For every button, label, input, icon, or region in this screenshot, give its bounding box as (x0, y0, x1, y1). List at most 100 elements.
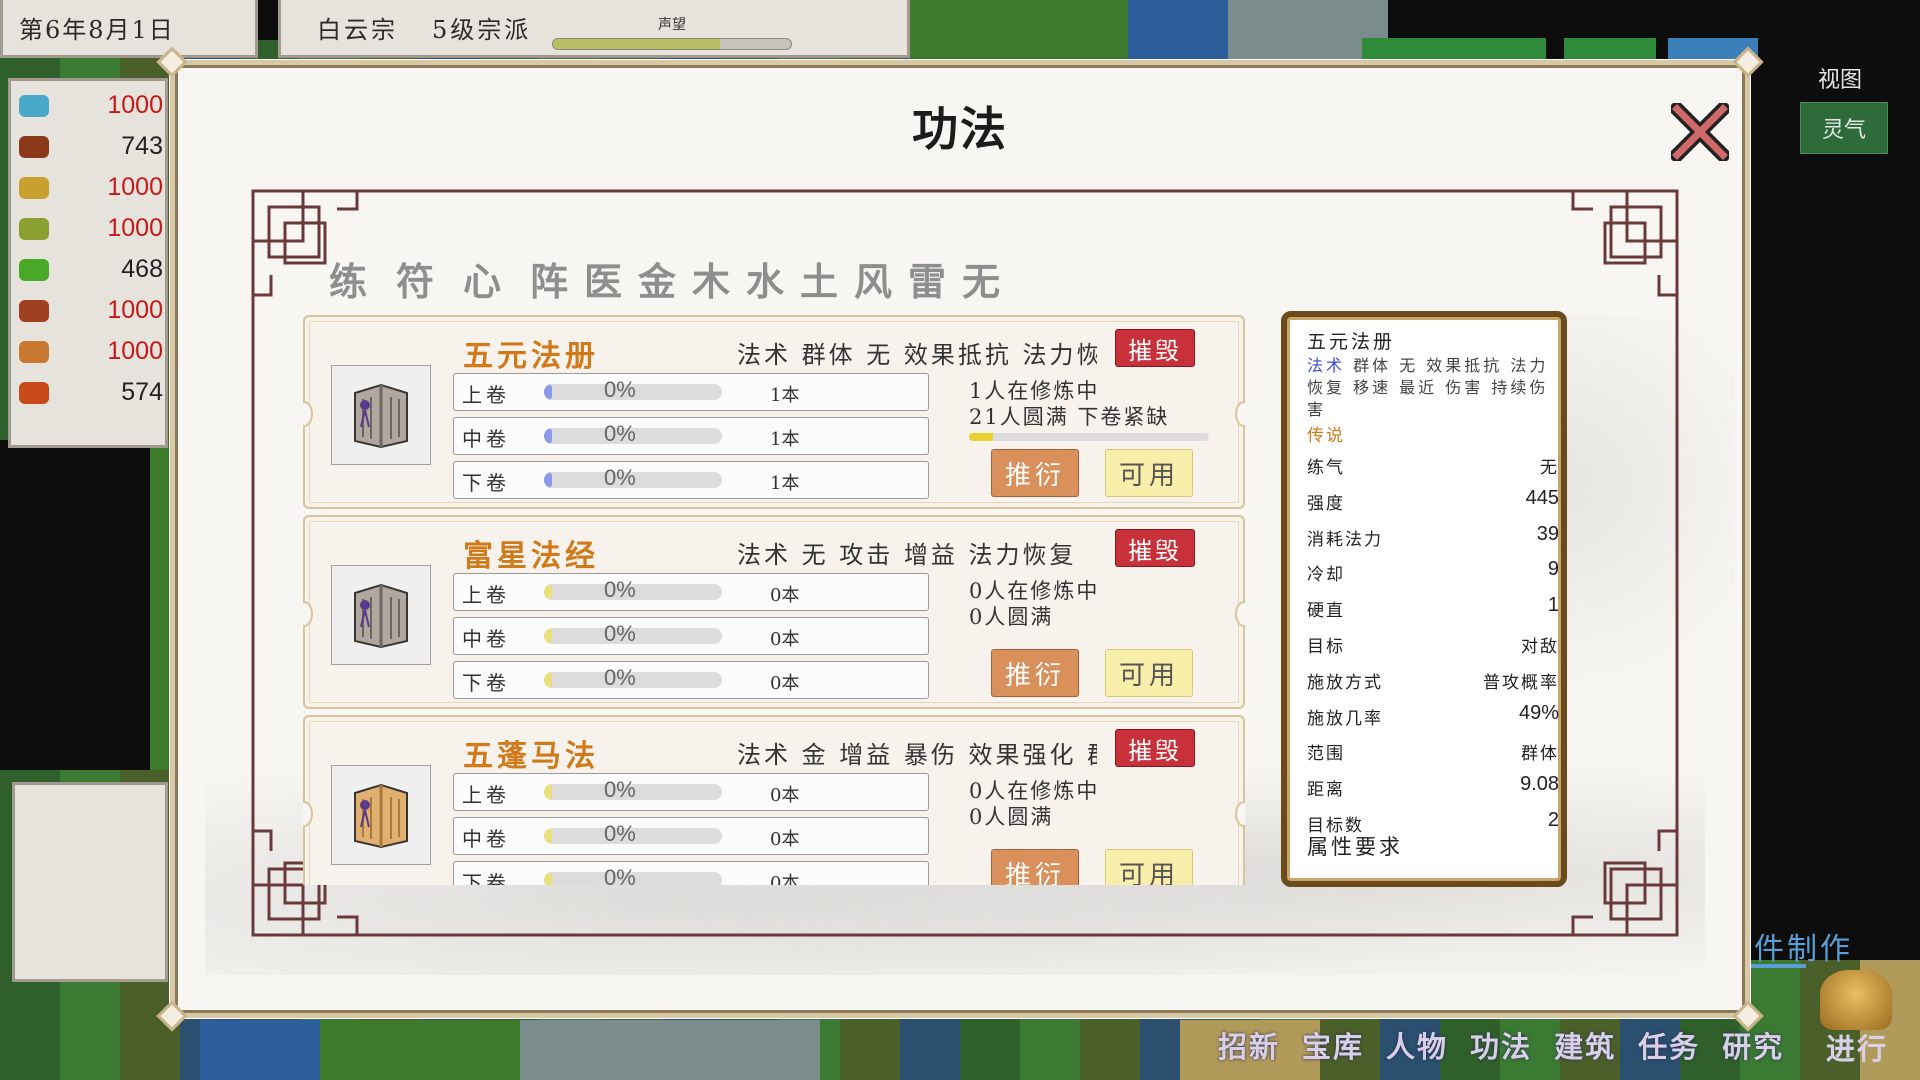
nav-research[interactable]: 研究 (1722, 1024, 1784, 1066)
hourglass-icon[interactable] (1820, 970, 1892, 1030)
volume-row: 中卷 0% 1本 (453, 417, 929, 455)
food-icon (19, 381, 49, 404)
resource-item: 1000 (11, 290, 171, 331)
sect-level: 5级宗派 (432, 16, 532, 44)
volume-row: 上卷 0% 0本 (453, 573, 929, 611)
technique-card[interactable]: 富星法经 法术 无 攻击 增益 法力恢复 摧毁 上卷 0% 0本 中卷 0% 0… (303, 515, 1245, 709)
resource-item: 1000 (11, 208, 171, 249)
detail-stat-row: 距离 9.08 (1307, 773, 1559, 801)
resource-panel: 1000 743 1000 1000 468 1000 1000 574 (8, 78, 168, 448)
stat-value: 2 (1547, 809, 1559, 831)
close-button[interactable] (1671, 103, 1729, 161)
destroy-button[interactable]: 摧毁 (1115, 529, 1195, 567)
craft-tab-underline (1746, 964, 1806, 968)
resource-value: 743 (121, 132, 163, 160)
info-panel (12, 782, 168, 982)
resource-value: 468 (121, 255, 163, 283)
derive-button[interactable]: 推衍 (991, 449, 1079, 497)
derive-button[interactable]: 推衍 (991, 649, 1079, 697)
proceed-button[interactable]: 进行 (1826, 1026, 1888, 1068)
nav-characters[interactable]: 人物 (1386, 1024, 1448, 1066)
volume-name: 上卷 (462, 583, 510, 607)
resource-value: 1000 (107, 337, 163, 365)
book-icon (331, 565, 431, 665)
dialog-title: 功法 (912, 103, 1008, 155)
beast-hide-icon (19, 299, 49, 322)
stat-label: 消耗法力 (1307, 529, 1383, 550)
volume-name: 中卷 (462, 627, 510, 651)
stat-value: 9 (1547, 558, 1559, 581)
book-icon (331, 765, 431, 865)
ore-icon (19, 94, 49, 117)
resource-item: 1000 (11, 85, 171, 126)
volume-row: 上卷 0% 0本 (453, 773, 929, 811)
reputation-bar (552, 38, 792, 50)
stat-label: 距离 (1307, 780, 1345, 801)
leaf-icon (19, 176, 49, 199)
close-icon (1671, 103, 1729, 161)
nav-recruit[interactable]: 招新 (1218, 1024, 1280, 1066)
volume-name: 上卷 (462, 383, 510, 407)
technique-card[interactable]: 五蓬马法 法术 金 增益 暴伤 效果强化 群 摧毁 上卷 0% 0本 中卷 0%… (303, 715, 1245, 885)
volume-count: 0本 (770, 673, 800, 694)
volume-name: 下卷 (462, 871, 510, 885)
technique-tags: 法术 无 攻击 增益 法力恢复 (737, 541, 1077, 569)
techniques-dialog: 功法 练气 符 心法 阵 (156, 46, 1764, 1032)
game-date: 第6年8月1日 (0, 0, 258, 58)
date-text: 第6年8月1日 (19, 16, 175, 44)
nav-buildings[interactable]: 建筑 (1554, 1024, 1616, 1066)
technique-card[interactable]: 五元法册 法术 群体 无 效果抵抗 法力恢复 摧毁 上卷 0% 1本 中卷 0%… (303, 315, 1245, 509)
usable-button[interactable]: 可用 (1105, 649, 1193, 697)
volume-count: 0本 (770, 873, 800, 885)
destroy-button[interactable]: 摧毁 (1115, 329, 1195, 367)
craft-tab[interactable]: 件制作 (1754, 924, 1853, 968)
technique-list[interactable]: 五元法册 法术 群体 无 效果抵抗 法力恢复 摧毁 上卷 0% 1本 中卷 0%… (303, 315, 1245, 885)
stat-value: 普攻概率 (1483, 672, 1559, 693)
cultivation-progress (969, 433, 1209, 441)
detail-tag-highlight: 法术 (1307, 356, 1346, 375)
stat-value: 1 (1547, 594, 1559, 617)
volume-row: 中卷 0% 0本 (453, 617, 929, 655)
volume-name: 下卷 (462, 471, 510, 495)
usable-button[interactable]: 可用 (1105, 449, 1193, 497)
stat-label: 强度 (1307, 493, 1345, 514)
bottom-nav: 招新 宝库 人物 功法 建筑 任务 研究 (1218, 1024, 1784, 1066)
volume-percent: 0% (604, 577, 636, 602)
completed-count: 21人圆满 下卷紧缺 (969, 405, 1170, 429)
herb-icon (19, 258, 49, 281)
nav-tasks[interactable]: 任务 (1638, 1024, 1700, 1066)
stat-value: 无 (1540, 458, 1559, 478)
pod-icon (19, 217, 49, 240)
sect-name: 白云宗 (317, 16, 398, 44)
volume-count: 0本 (770, 585, 800, 606)
resource-value: 1000 (107, 91, 163, 119)
volume-count: 0本 (770, 829, 800, 850)
lingqi-view-button[interactable]: 灵气 (1800, 102, 1888, 154)
stat-label: 目标 (1307, 637, 1345, 657)
resource-item: 574 (11, 372, 171, 413)
nav-treasury[interactable]: 宝库 (1302, 1024, 1364, 1066)
stat-label: 施放几率 (1307, 708, 1383, 729)
reputation-label: 声望 (658, 17, 686, 33)
detail-grade: 传说 (1307, 426, 1345, 446)
nav-techniques[interactable]: 功法 (1470, 1024, 1532, 1066)
derive-button[interactable]: 推衍 (991, 849, 1079, 885)
volume-row: 中卷 0% 0本 (453, 817, 929, 855)
stat-label: 施放方式 (1307, 672, 1383, 693)
detail-stat-row: 硬直 1 (1307, 594, 1559, 622)
volume-count: 1本 (770, 473, 800, 494)
detail-stat-row: 目标 对敌 (1307, 630, 1559, 657)
detail-name: 五元法册 (1307, 331, 1396, 353)
volume-row: 下卷 0% 0本 (453, 861, 929, 885)
stat-value: 9.08 (1520, 773, 1559, 796)
volume-name: 中卷 (462, 827, 510, 851)
destroy-button[interactable]: 摧毁 (1115, 729, 1195, 767)
volume-count: 1本 (770, 429, 800, 450)
usable-button[interactable]: 可用 (1105, 849, 1193, 885)
resource-item: 1000 (11, 167, 171, 208)
view-label: 视图 (1818, 68, 1863, 93)
resource-item: 468 (11, 249, 171, 290)
completed-count: 0人圆满 (969, 605, 1054, 629)
stat-label: 硬直 (1307, 601, 1345, 622)
volume-percent: 0% (604, 621, 636, 646)
